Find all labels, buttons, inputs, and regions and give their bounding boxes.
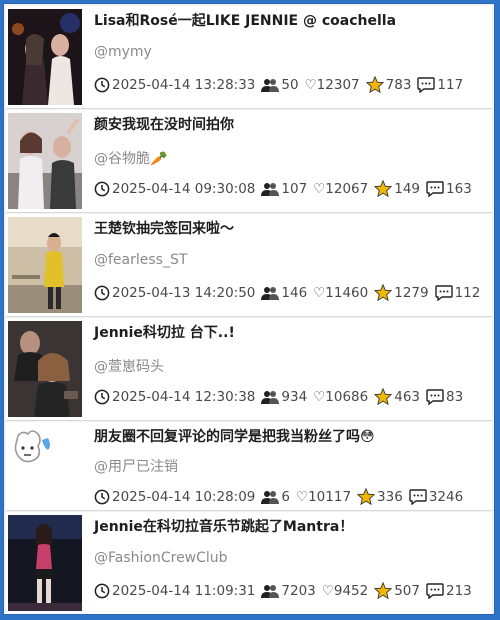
post-author[interactable]: @用尸已注销	[94, 456, 178, 476]
post-author[interactable]: @fearless_ST	[94, 252, 187, 268]
users-count: 934	[281, 388, 308, 405]
post-thumbnail[interactable]	[8, 426, 82, 486]
clock-icon	[94, 181, 110, 197]
users-count: 107	[281, 180, 308, 197]
post-title[interactable]: 颜安我现在没时间拍你	[94, 114, 234, 134]
post-title[interactable]: Jennie在科切拉音乐节跳起了Mantra！	[94, 516, 353, 536]
likes-count: ♡9452	[321, 582, 369, 599]
stars-count: 149	[394, 180, 421, 197]
likes-count: ♡12067	[313, 180, 369, 197]
feed-list: Lisa和Rosé一起LIKE JENNIE @ coachella @mymy…	[3, 3, 495, 615]
post-title[interactable]: Lisa和Rosé一起LIKE JENNIE @ coachella	[94, 10, 396, 30]
comments-count: 117	[437, 76, 464, 93]
users-icon	[261, 182, 280, 196]
post-time: 2025-04-14 13:28:33	[112, 76, 256, 93]
star-icon	[357, 488, 376, 505]
post-time: 2025-04-13 14:20:50	[112, 284, 256, 301]
post-thumbnail[interactable]	[8, 113, 82, 209]
post-card[interactable]: Jennie在科切拉音乐节跳起了Mantra！ @FashionCrewClub…	[6, 512, 492, 614]
post-card[interactable]: 朋友圈不回复评论的同学是把我当粉丝了吗😳 @用尸已注销 2025-04-14 1…	[6, 422, 492, 511]
users-count: 146	[281, 284, 308, 301]
stars-count: 336	[377, 488, 403, 505]
star-icon	[365, 76, 384, 93]
post-author[interactable]: @FashionCrewClub	[94, 550, 228, 566]
post-title[interactable]: 王楚钦抽完签回来啦～	[94, 218, 234, 238]
post-thumbnail[interactable]	[8, 217, 82, 313]
comment-icon	[417, 76, 436, 93]
post-meta: 2025-04-14 11:09:31 7203 ♡9452 507 213	[94, 582, 472, 599]
clock-icon	[94, 77, 110, 93]
clock-icon	[94, 285, 110, 301]
post-time: 2025-04-14 11:09:31	[112, 582, 256, 599]
star-icon	[374, 582, 393, 599]
post-time: 2025-04-14 09:30:08	[112, 180, 256, 197]
post-card[interactable]: Lisa和Rosé一起LIKE JENNIE @ coachella @mymy…	[6, 6, 492, 109]
post-time: 2025-04-14 10:28:09	[112, 488, 256, 505]
post-card[interactable]: Jennie科切拉 台下..! @萱崽码头 2025-04-14 12:30:3…	[6, 318, 492, 421]
comment-icon	[426, 582, 444, 599]
post-thumbnail[interactable]	[8, 321, 82, 417]
post-title[interactable]: 朋友圈不回复评论的同学是把我当粉丝了吗😳	[94, 426, 375, 446]
post-author[interactable]: @mymy	[94, 44, 152, 60]
users-count: 6	[281, 488, 290, 505]
stars-count: 783	[385, 76, 412, 93]
star-icon	[374, 284, 393, 301]
comments-count: 83	[446, 388, 464, 405]
post-author[interactable]: @萱崽码头	[94, 356, 164, 376]
users-icon	[261, 78, 280, 92]
post-card[interactable]: 王楚钦抽完签回来啦～ @fearless_ST 2025-04-13 14:20…	[6, 214, 492, 317]
post-title[interactable]: Jennie科切拉 台下..!	[94, 322, 235, 342]
users-icon	[261, 286, 280, 300]
clock-icon	[94, 489, 110, 505]
users-icon	[261, 490, 280, 504]
post-time: 2025-04-14 12:30:38	[112, 388, 256, 405]
comment-icon	[434, 284, 453, 301]
likes-count: ♡10117	[295, 488, 352, 505]
stars-count: 1279	[394, 284, 429, 301]
post-thumbnail[interactable]	[8, 515, 82, 611]
post-author[interactable]: @谷物脆🥕	[94, 148, 167, 168]
likes-count: ♡10686	[313, 388, 369, 405]
comment-icon	[426, 180, 444, 197]
comment-icon	[426, 388, 444, 405]
stars-count: 463	[394, 388, 421, 405]
likes-count: ♡12307	[304, 76, 360, 93]
star-icon	[374, 388, 393, 405]
comments-count: 3246	[428, 488, 464, 505]
clock-icon	[94, 583, 110, 599]
stars-count: 507	[394, 582, 420, 599]
post-thumbnail[interactable]	[8, 9, 82, 105]
post-meta: 2025-04-14 10:28:09 6 ♡10117 336 3246	[94, 488, 463, 505]
users-icon	[261, 390, 280, 404]
likes-count: ♡11460	[313, 284, 369, 301]
star-icon	[374, 180, 393, 197]
users-count: 50	[281, 76, 299, 93]
comments-count: 213	[446, 582, 472, 599]
comments-count: 112	[454, 284, 481, 301]
comment-icon	[409, 488, 427, 505]
post-meta: 2025-04-14 12:30:38 934 ♡10686 463 83	[94, 388, 463, 405]
users-count: 7203	[281, 582, 316, 599]
post-meta: 2025-04-13 14:20:50 146 ♡11460 1279 112	[94, 284, 480, 301]
post-meta: 2025-04-14 09:30:08 107 ♡12067 149 163	[94, 180, 472, 197]
users-icon	[261, 584, 280, 598]
post-meta: 2025-04-14 13:28:33 50 ♡12307 783 117	[94, 76, 463, 93]
comments-count: 163	[446, 180, 472, 197]
post-card[interactable]: 颜安我现在没时间拍你 @谷物脆🥕 2025-04-14 09:30:08 107…	[6, 110, 492, 213]
clock-icon	[94, 389, 110, 405]
